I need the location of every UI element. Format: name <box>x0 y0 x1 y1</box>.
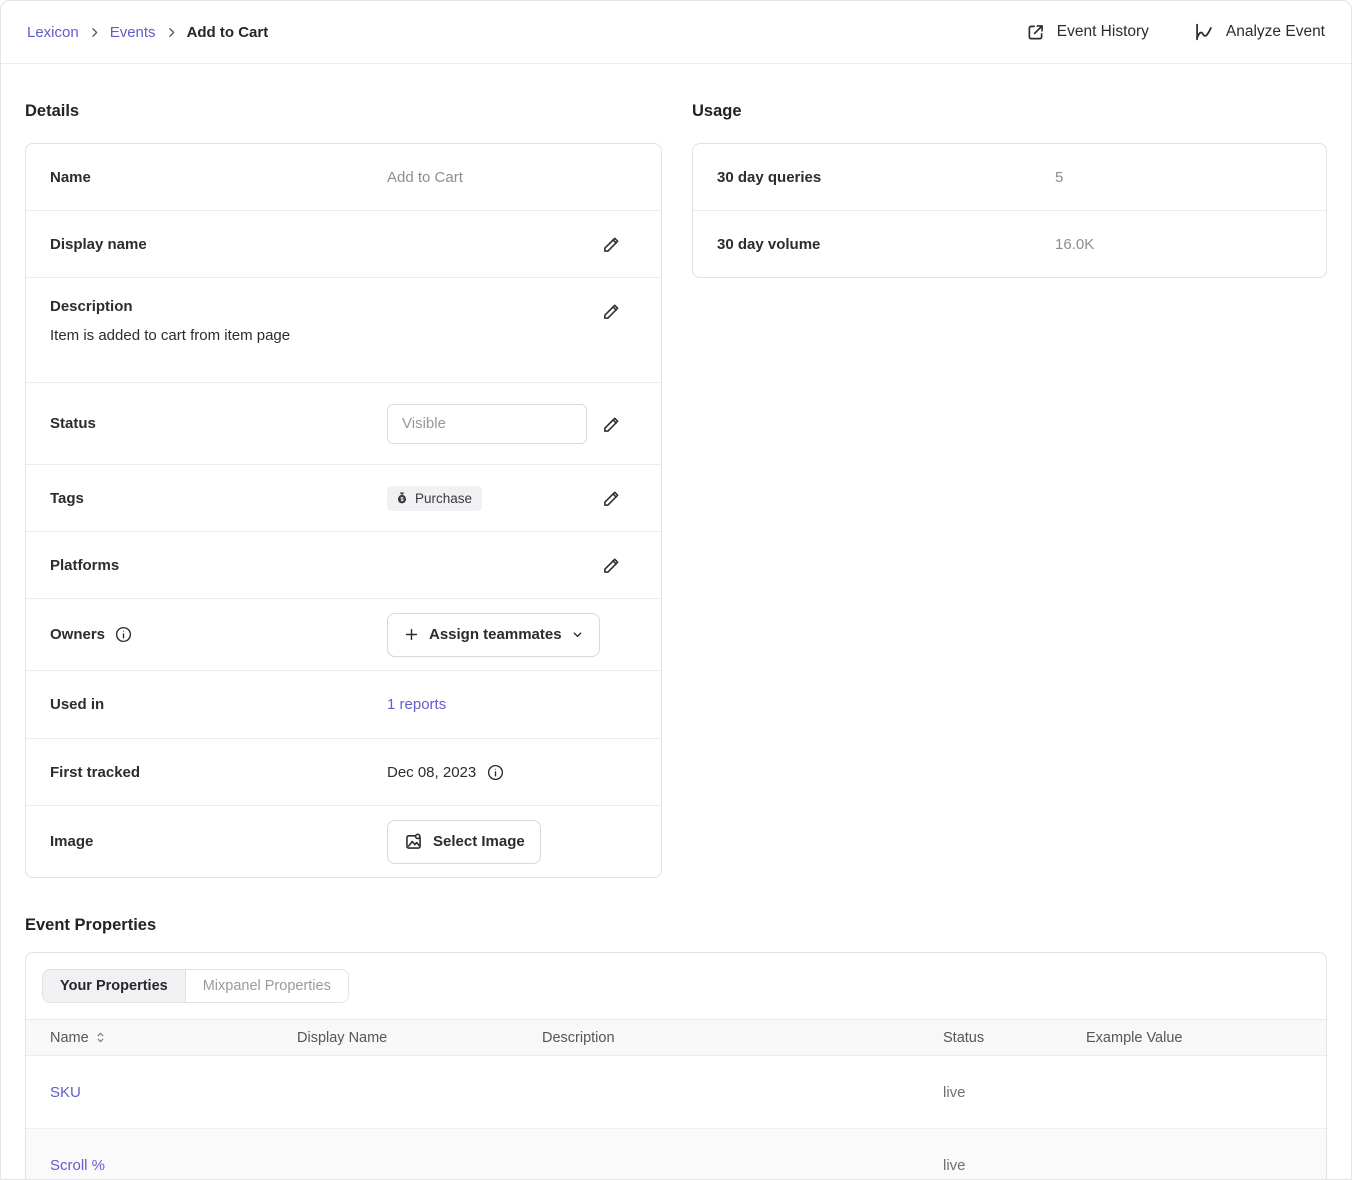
column-header-display-name: Display Name <box>273 1030 518 1046</box>
status-label: Status <box>50 415 387 432</box>
detail-row-image: Image Select Image <box>26 805 661 877</box>
breadcrumb-current-event: Add to Cart <box>187 24 269 41</box>
owners-label: Owners <box>50 626 105 643</box>
usage-section: Usage 30 day queries 5 30 day volume 16.… <box>692 102 1327 878</box>
column-header-name[interactable]: Name <box>26 1030 273 1046</box>
top-bar: Lexicon Events Add to Cart Event Hist <box>1 1 1351 64</box>
table-row-sku[interactable]: SKU live <box>26 1056 1326 1129</box>
edit-tags-button[interactable] <box>601 487 623 509</box>
reports-link[interactable]: 1 reports <box>387 696 446 713</box>
property-link[interactable]: Scroll % <box>50 1157 105 1174</box>
status-cell: live <box>919 1157 1062 1174</box>
name-label: Name <box>50 169 387 186</box>
pencil-icon <box>601 487 623 509</box>
assign-teammates-button[interactable]: Assign teammates <box>387 613 600 657</box>
event-properties-section: Event Properties Your Properties Mixpane… <box>25 916 1327 1180</box>
pencil-icon <box>601 300 623 322</box>
info-icon[interactable] <box>114 625 133 644</box>
edit-platforms-button[interactable] <box>601 554 623 576</box>
edit-description-button[interactable] <box>601 300 623 322</box>
display-name-label: Display name <box>50 236 387 253</box>
details-section: Details Name Add to Cart Display name <box>25 102 662 878</box>
svg-text:$: $ <box>400 496 403 502</box>
lexicon-event-detail-page: Lexicon Events Add to Cart Event Hist <box>0 0 1352 1180</box>
usage-card: 30 day queries 5 30 day volume 16.0K <box>692 143 1327 278</box>
used-in-label: Used in <box>50 696 387 713</box>
pencil-icon <box>601 233 623 255</box>
line-chart-icon <box>1193 21 1215 43</box>
edit-display-name-button[interactable] <box>601 233 623 255</box>
column-header-example-value: Example Value <box>1062 1030 1326 1046</box>
tab-mixpanel-properties[interactable]: Mixpanel Properties <box>185 970 348 1002</box>
analyze-event-label: Analyze Event <box>1226 23 1325 41</box>
info-icon[interactable] <box>486 763 505 782</box>
topbar-actions: Event History Analyze Event <box>1025 21 1325 43</box>
platforms-label: Platforms <box>50 557 387 574</box>
analyze-event-button[interactable]: Analyze Event <box>1193 21 1325 43</box>
money-bag-icon: $ <box>395 491 409 506</box>
external-link-icon <box>1025 22 1046 43</box>
tag-chip-purchase[interactable]: $ Purchase <box>387 486 482 511</box>
usage-title: Usage <box>692 102 1327 121</box>
queries-value: 5 <box>1055 169 1302 186</box>
details-title: Details <box>25 102 662 121</box>
detail-row-first-tracked: First tracked Dec 08, 2023 <box>26 738 661 805</box>
detail-row-owners: Owners Assign teammates <box>26 598 661 670</box>
select-image-label: Select Image <box>433 833 525 850</box>
status-cell: live <box>919 1084 1062 1101</box>
detail-row-tags: Tags $ Purchase <box>26 464 661 531</box>
table-row-scroll-pct[interactable]: Scroll % live <box>26 1129 1326 1180</box>
event-history-button[interactable]: Event History <box>1025 22 1149 43</box>
edit-status-button[interactable] <box>601 413 623 435</box>
detail-row-description: Description Item is added to cart from i… <box>26 277 661 382</box>
detail-row-status: Status Visible <box>26 382 661 464</box>
detail-row-name: Name Add to Cart <box>26 144 661 210</box>
volume-label: 30 day volume <box>717 236 1055 253</box>
select-image-button[interactable]: Select Image <box>387 820 541 864</box>
column-header-status: Status <box>919 1030 1062 1046</box>
detail-row-platforms: Platforms <box>26 531 661 598</box>
image-label: Image <box>50 833 387 850</box>
assign-teammates-label: Assign teammates <box>429 626 562 643</box>
breadcrumb: Lexicon Events Add to Cart <box>27 24 268 41</box>
properties-tabs: Your Properties Mixpanel Properties <box>42 969 349 1003</box>
main-content: Details Name Add to Cart Display name <box>1 64 1351 1180</box>
tab-your-properties[interactable]: Your Properties <box>43 970 185 1002</box>
property-link[interactable]: SKU <box>50 1084 81 1101</box>
event-properties-title: Event Properties <box>25 916 1327 935</box>
properties-table-header: Name Display Name Description Status Exa… <box>26 1019 1326 1056</box>
event-history-label: Event History <box>1057 23 1149 41</box>
event-properties-card: Your Properties Mixpanel Properties Name… <box>25 952 1327 1180</box>
details-card: Name Add to Cart Display name Descriptio… <box>25 143 662 878</box>
usage-row-queries: 30 day queries 5 <box>693 144 1326 210</box>
tag-label: Purchase <box>415 491 472 506</box>
description-value: Item is added to cart from item page <box>50 327 601 344</box>
sort-icon[interactable] <box>95 1031 106 1044</box>
status-select[interactable]: Visible <box>387 404 587 444</box>
chevron-right-icon <box>88 26 101 39</box>
breadcrumb-lexicon[interactable]: Lexicon <box>27 24 79 41</box>
breadcrumb-events[interactable]: Events <box>110 24 156 41</box>
image-icon <box>403 831 424 852</box>
plus-icon <box>403 626 420 643</box>
chevron-down-icon <box>571 628 584 641</box>
detail-row-used-in: Used in 1 reports <box>26 670 661 738</box>
detail-row-display-name: Display name <box>26 210 661 277</box>
tags-label: Tags <box>50 490 387 507</box>
column-header-description: Description <box>518 1030 919 1046</box>
usage-row-volume: 30 day volume 16.0K <box>693 210 1326 277</box>
volume-value: 16.0K <box>1055 236 1302 253</box>
description-label: Description <box>50 298 387 315</box>
properties-table: Name Display Name Description Status Exa… <box>26 1019 1326 1180</box>
queries-label: 30 day queries <box>717 169 1055 186</box>
first-tracked-label: First tracked <box>50 764 387 781</box>
pencil-icon <box>601 413 623 435</box>
pencil-icon <box>601 554 623 576</box>
name-value: Add to Cart <box>387 169 637 186</box>
first-tracked-value: Dec 08, 2023 <box>387 764 476 781</box>
chevron-right-icon <box>165 26 178 39</box>
